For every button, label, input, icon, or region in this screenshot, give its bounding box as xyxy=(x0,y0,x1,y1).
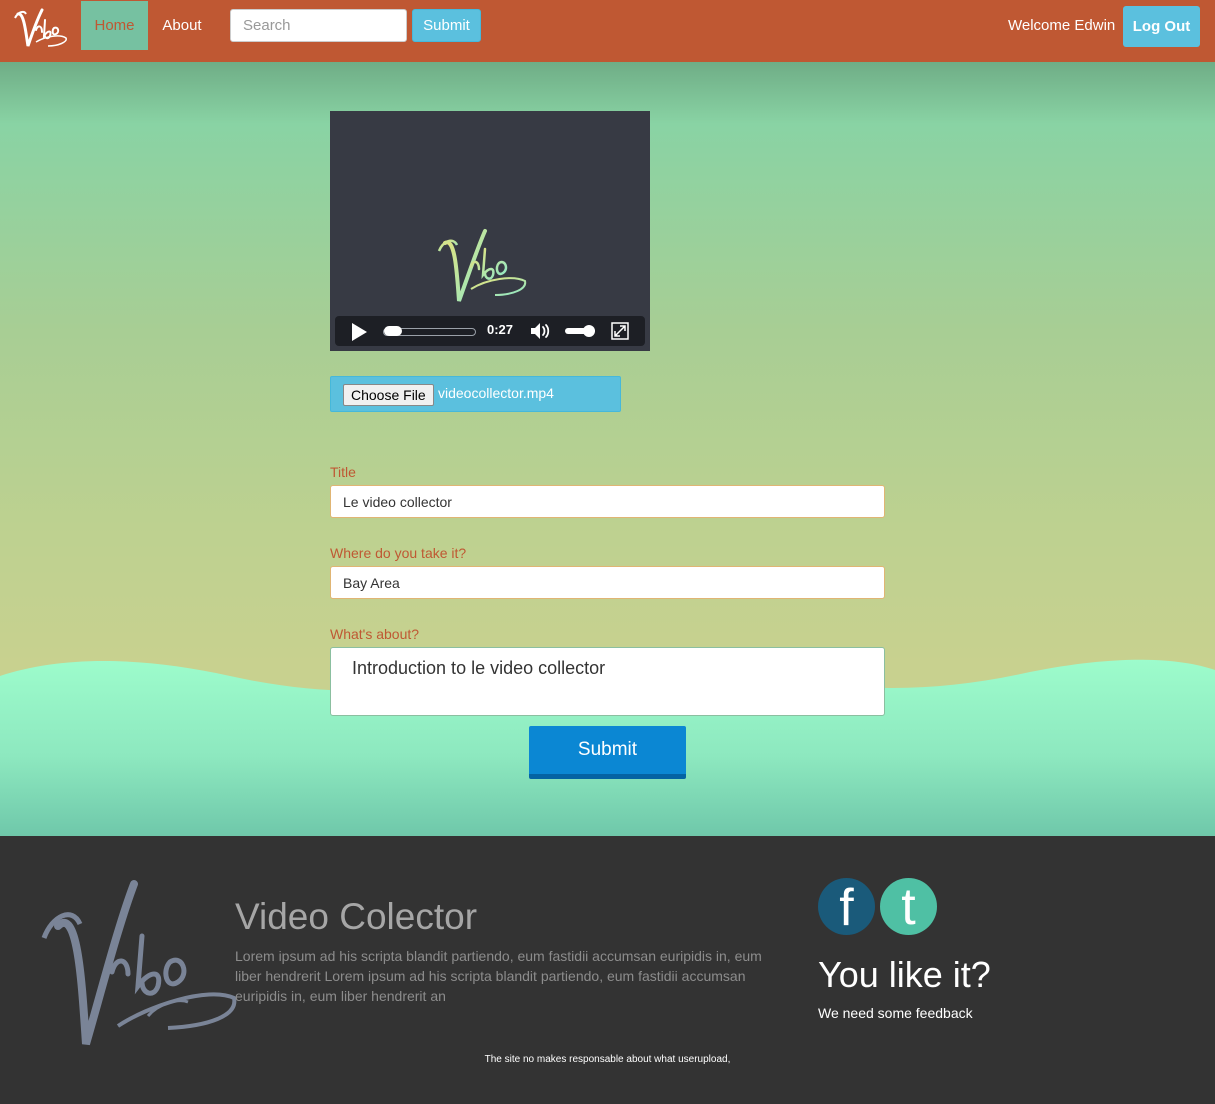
progress-thumb[interactable] xyxy=(384,326,402,336)
speaker-icon[interactable] xyxy=(530,322,554,340)
video-time: 0:27 xyxy=(487,322,514,337)
location-label: Where do you take it? xyxy=(330,545,467,561)
feedback-subtitle: We need some feedback xyxy=(818,1005,973,1021)
video-collector-logo[interactable] xyxy=(12,4,70,54)
facebook-icon[interactable]: f xyxy=(818,878,875,937)
video-logo-icon xyxy=(437,229,527,302)
volume-slider[interactable] xyxy=(565,325,595,337)
nav-about[interactable]: About xyxy=(152,1,212,50)
fullscreen-icon[interactable] xyxy=(611,322,629,340)
footer-logo xyxy=(41,880,237,1046)
volume-thumb[interactable] xyxy=(583,325,595,337)
footer-description: Lorem ipsum ad his scripta blandit parti… xyxy=(235,948,762,1004)
nav-home[interactable]: Home xyxy=(81,1,148,50)
title-field[interactable] xyxy=(330,485,885,518)
choose-file-button[interactable]: Choose File xyxy=(343,384,434,406)
title-label: Title xyxy=(330,464,356,480)
footer-title: Video Colector xyxy=(235,896,478,937)
video-player[interactable]: 0:27 xyxy=(330,111,650,351)
welcome-text: Welcome Edwin xyxy=(1008,17,1116,34)
submit-button[interactable]: Submit xyxy=(529,726,686,779)
location-field[interactable] xyxy=(330,566,885,599)
play-icon[interactable] xyxy=(352,323,367,341)
navbar: Home About Submit Welcome Edwin Log Out xyxy=(0,0,1215,62)
footer: Video Colector Lorem ipsum ad his script… xyxy=(0,836,1215,1104)
logout-button[interactable]: Log Out xyxy=(1123,6,1200,47)
video-controls: 0:27 xyxy=(335,316,645,346)
file-upload: Choose File videocollector.mp4 xyxy=(330,376,621,412)
twitter-icon[interactable]: t xyxy=(880,878,937,936)
search-input[interactable] xyxy=(230,9,407,42)
search-submit-button[interactable]: Submit xyxy=(412,9,481,42)
disclaimer: The site no makes responsable about what… xyxy=(484,1054,731,1065)
about-textarea[interactable]: Introduction to le video collector xyxy=(330,647,885,716)
about-label: What's about? xyxy=(330,626,420,642)
feedback-title: You like it? xyxy=(818,954,991,995)
file-name: videocollector.mp4 xyxy=(438,385,554,401)
video-progress-bar[interactable] xyxy=(383,326,476,336)
